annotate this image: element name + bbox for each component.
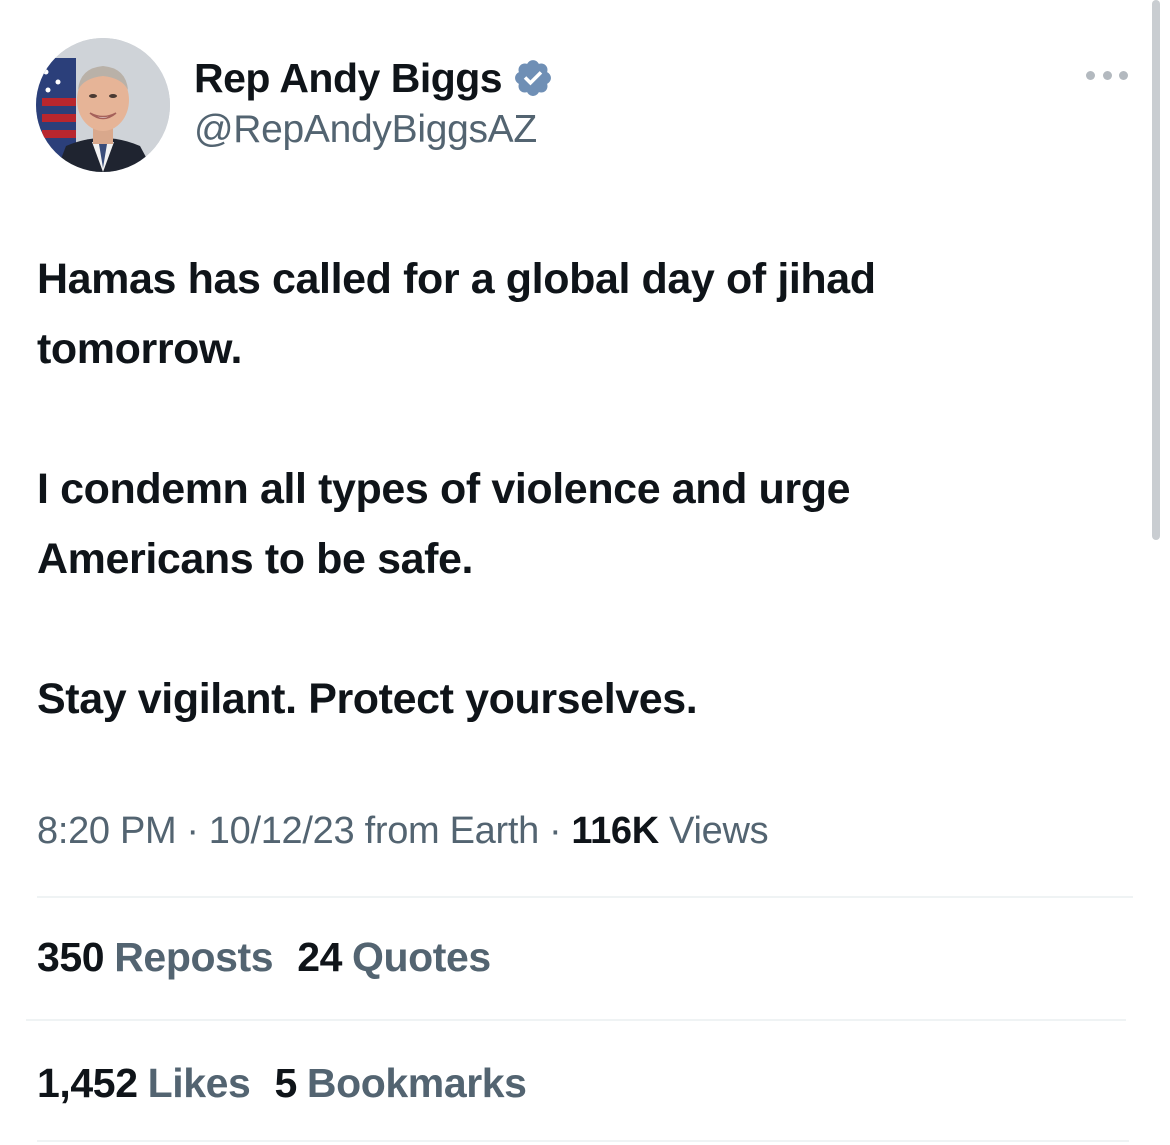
engagement-row-likes: 1,452 Likes 5 Bookmarks [37, 1060, 551, 1107]
reposts-count: 350 [37, 934, 105, 980]
bookmarks-stat[interactable]: 5 Bookmarks [274, 1060, 527, 1107]
tweet-text: Hamas has called for a global day of jih… [37, 244, 1117, 734]
divider [37, 896, 1133, 898]
scrollbar[interactable] [1152, 0, 1160, 540]
divider [37, 1140, 1129, 1142]
likes-label: Likes [147, 1060, 251, 1106]
avatar[interactable] [36, 38, 170, 172]
more-dot [1086, 70, 1095, 80]
bookmarks-label: Bookmarks [306, 1060, 527, 1106]
tweet-paragraph: Stay vigilant. Protect yourselves. [37, 675, 698, 723]
reposts-stat[interactable]: 350 Reposts [37, 934, 274, 981]
views-label: Views [669, 810, 769, 852]
more-dot [1102, 70, 1112, 80]
tweet-source: from Earth [364, 810, 540, 852]
author-handle[interactable]: @RepAndyBiggsAZ [194, 108, 537, 152]
quotes-stat[interactable]: 24 Quotes [297, 934, 491, 981]
tweet-paragraph: I condemn all types of violence and urge… [37, 465, 851, 583]
separator-dot: · [186, 810, 199, 852]
tweet-date[interactable]: 10/12/23 [209, 810, 355, 852]
author-name-row: Rep Andy Biggs [194, 52, 554, 104]
quotes-count: 24 [297, 934, 342, 980]
more-options-icon[interactable] [1082, 60, 1132, 90]
likes-count: 1,452 [37, 1060, 138, 1106]
profile-photo [36, 38, 170, 172]
likes-stat[interactable]: 1,452 Likes [37, 1060, 251, 1107]
more-dot [1119, 70, 1128, 80]
tweet-meta: 8:20 PM · 10/12/23 from Earth · 116K Views [37, 810, 769, 853]
views-count: 116K [571, 810, 659, 852]
bookmarks-count: 5 [274, 1060, 297, 1106]
tweet-time[interactable]: 8:20 PM [37, 810, 177, 852]
verified-badge-icon[interactable] [512, 57, 554, 99]
engagement-row-reposts: 350 Reposts 24 Quotes [37, 934, 515, 981]
separator-dot: · [548, 810, 562, 852]
tweet-paragraph: Hamas has called for a global day of jih… [37, 255, 876, 373]
reposts-label: Reposts [114, 934, 274, 980]
divider [26, 1019, 1126, 1021]
author-display-name[interactable]: Rep Andy Biggs [194, 55, 503, 102]
quotes-label: Quotes [352, 934, 491, 980]
